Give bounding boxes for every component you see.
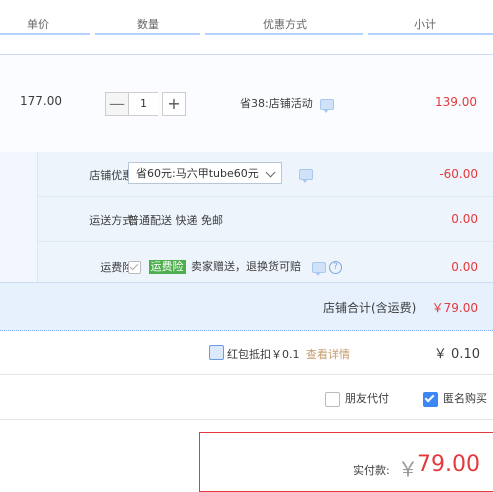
coupon-select[interactable]: 省60元:马六甲tube60元 xyxy=(128,162,282,184)
payment-label: 实付款: xyxy=(353,464,390,477)
item-subtotal: 139.00 xyxy=(435,95,477,109)
insurance-text: 卖家赠送，退换货可赔 xyxy=(191,260,301,273)
view-details-link[interactable]: 查看详情 xyxy=(306,346,350,362)
insurance-amount: 0.00 xyxy=(451,260,478,274)
anonymous-option[interactable]: 匿名购买 xyxy=(423,390,487,407)
red-packet-value: ￥ 0.10 xyxy=(433,347,480,362)
friend-pay-label: 朋友代付 xyxy=(345,392,389,405)
col-subtotal-header: 小计 xyxy=(414,18,436,31)
item-promo-text: 省38:店铺活动 xyxy=(240,97,313,110)
message-icon[interactable] xyxy=(299,169,313,183)
qty-minus-button[interactable]: — xyxy=(105,92,129,116)
anonymous-checkbox[interactable] xyxy=(423,391,438,407)
item-promo: 省38:店铺活动 xyxy=(240,95,335,113)
order-item-row: 177.00 — 1 + 省38:店铺活动 139.00 xyxy=(0,54,493,154)
red-packet-row: 红包抵扣￥0.1 查看详情 ￥ 0.10 xyxy=(0,330,493,375)
shipping-amount: 0.00 xyxy=(451,212,478,226)
shipping-row: 运送方式: 普通配送 快递 免邮 0.00 xyxy=(38,196,493,242)
col-discount-header: 优惠方式 xyxy=(263,18,307,31)
red-packet-label: 红包抵扣￥0.1 xyxy=(227,348,300,361)
anonymous-label: 匿名购买 xyxy=(443,392,487,405)
insurance-value-group: 运费险 卖家赠送，退换货可赔 ? xyxy=(128,258,342,276)
shop-total-label: 店铺合计(含运费) xyxy=(323,301,417,315)
friend-pay-checkbox[interactable] xyxy=(325,391,340,407)
message-icon[interactable] xyxy=(311,261,326,276)
header-divider xyxy=(95,33,200,35)
header-divider xyxy=(0,33,90,35)
coupon-amount: -60.00 xyxy=(439,167,478,181)
shop-options-panel: 店铺优惠: 省60元:马六甲tube60元 -60.00 运送方式: 普通配送 … xyxy=(37,152,493,282)
qty-plus-button[interactable]: + xyxy=(162,92,186,116)
insurance-row: 运费险: 运费险 卖家赠送，退换货可赔 ? 0.00 xyxy=(38,241,493,282)
message-icon[interactable] xyxy=(320,98,335,113)
quantity-stepper: — 1 + xyxy=(105,92,186,116)
payment-currency: ￥ xyxy=(398,457,418,481)
coupon-row: 店铺优惠: 省60元:马六甲tube60元 -60.00 xyxy=(38,152,493,197)
help-icon[interactable]: ? xyxy=(329,260,342,274)
friend-pay-option[interactable]: 朋友代付 xyxy=(325,390,389,407)
coupon-select-value: 省60元:马六甲tube60元 xyxy=(136,167,259,180)
payment-summary-box: 实付款: ￥ 79.00 xyxy=(199,432,493,492)
red-packet-checkbox[interactable] xyxy=(209,345,224,360)
payment-amount: 79.00 xyxy=(417,452,480,477)
header-divider xyxy=(205,33,363,35)
table-header: 单价 数量 优惠方式 小计 xyxy=(0,0,493,35)
shipping-value: 普通配送 快递 免邮 xyxy=(128,214,223,227)
chevron-down-icon xyxy=(265,167,276,178)
purchase-options-row: 朋友代付 匿名购买 xyxy=(0,375,493,420)
shop-total-amount: ￥79.00 xyxy=(431,301,478,315)
item-price: 177.00 xyxy=(20,94,62,108)
col-qty-header: 数量 xyxy=(137,18,159,31)
insurance-tag: 运费险 xyxy=(148,260,186,274)
col-price-header: 单价 xyxy=(27,18,49,31)
header-divider xyxy=(368,33,493,35)
qty-input[interactable]: 1 xyxy=(129,92,158,116)
insurance-checkbox xyxy=(128,260,141,274)
shop-total-row: 店铺合计(含运费) ￥79.00 xyxy=(0,282,493,331)
